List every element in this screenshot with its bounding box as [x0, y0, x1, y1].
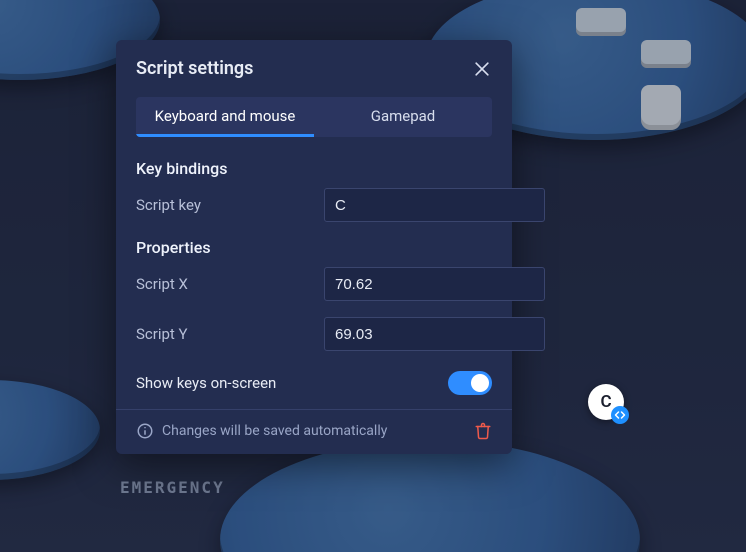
dialog-footer: Changes will be saved automatically: [136, 422, 492, 440]
row-script-key: Script key: [136, 188, 492, 222]
dialog-header: Script settings: [136, 58, 492, 79]
divider: [116, 409, 512, 410]
info-icon: [136, 422, 154, 440]
tab-keyboard-mouse[interactable]: Keyboard and mouse: [136, 97, 314, 137]
label-script-y: Script Y: [136, 325, 324, 343]
tab-label: Gamepad: [371, 107, 436, 125]
row-show-keys-toggle: Show keys on-screen: [136, 371, 492, 395]
toggle-knob: [471, 374, 489, 392]
section-title-properties: Properties: [136, 238, 492, 257]
input-script-x[interactable]: [324, 267, 545, 301]
label-script-x: Script X: [136, 275, 324, 293]
avatar-letter: C: [600, 392, 611, 412]
row-script-y: Script Y: [136, 317, 492, 351]
tab-label: Keyboard and mouse: [155, 107, 296, 125]
trash-icon[interactable]: [474, 422, 492, 440]
toggle-show-keys[interactable]: [448, 371, 492, 395]
script-settings-dialog: Script settings Keyboard and mouse Gamep…: [116, 40, 512, 454]
code-icon: [611, 406, 629, 424]
map-pin-avatar[interactable]: C: [588, 384, 624, 420]
input-script-key[interactable]: [324, 188, 545, 222]
section-title-keybindings: Key bindings: [136, 159, 492, 178]
input-script-y[interactable]: [324, 317, 545, 351]
label-show-keys: Show keys on-screen: [136, 374, 276, 392]
footer-info: Changes will be saved automatically: [136, 422, 387, 440]
tab-bar: Keyboard and mouse Gamepad: [136, 97, 492, 137]
footer-message: Changes will be saved automatically: [162, 423, 387, 439]
row-script-x: Script X: [136, 267, 492, 301]
label-script-key: Script key: [136, 196, 324, 214]
tab-gamepad[interactable]: Gamepad: [314, 97, 492, 137]
close-icon[interactable]: [472, 59, 492, 79]
dialog-title: Script settings: [136, 58, 253, 79]
